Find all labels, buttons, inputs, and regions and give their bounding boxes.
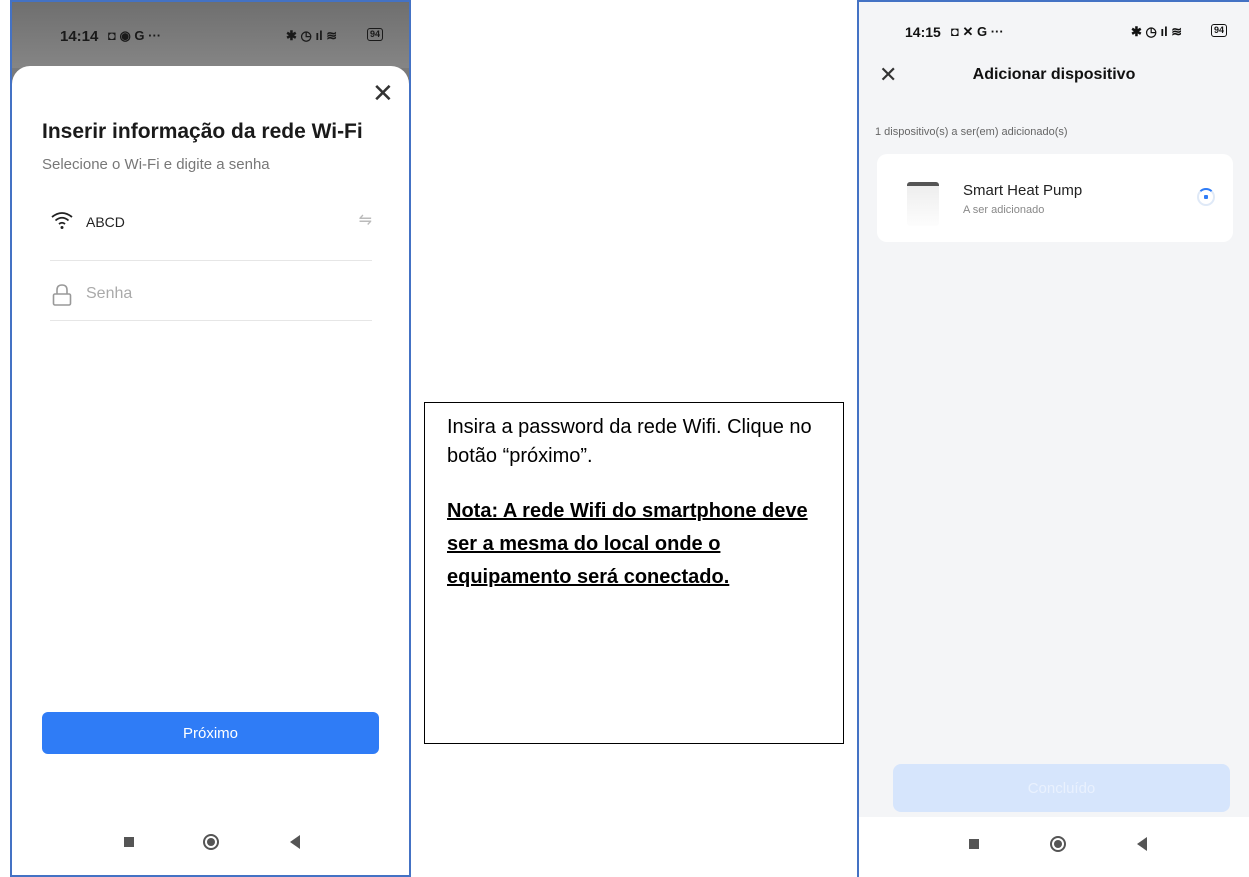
device-count-text: 1 dispositivo(s) a ser(em) adicionado(s) (875, 126, 1068, 138)
status-time: 14:15 (905, 24, 941, 40)
close-icon[interactable]: ✕ (372, 80, 394, 106)
device-card: Smart Heat Pump A ser adicionado (877, 154, 1233, 242)
back-icon[interactable] (290, 835, 300, 849)
next-button[interactable]: Próximo (42, 712, 379, 754)
password-row (50, 276, 372, 321)
battery-icon: 94 (1211, 24, 1228, 37)
phone-screen-wifi-setup: 14:14 ◘ ◉ G ··· ✱ ◷ ıl ≋ 94 ✕ Inserir in… (10, 0, 411, 877)
battery-icon: 94 (367, 28, 384, 41)
instruction-text: Insira a password da rede Wifi. Clique n… (447, 416, 812, 467)
wifi-sheet: ✕ Inserir informação da rede Wi-Fi Selec… (12, 66, 409, 875)
page-title: Adicionar dispositivo (972, 66, 1136, 83)
wifi-network-name: ABCD (86, 214, 125, 230)
lock-icon (52, 284, 72, 306)
phone-screen-add-device: 14:15 ◘ ✕ G ··· ✱ ◷ ıl ≋ 94 ✕ Adicionar … (857, 0, 1249, 877)
sheet-title: Inserir informação da rede Wi-Fi (42, 120, 363, 143)
password-input[interactable] (84, 284, 358, 304)
status-bar: 14:15 ◘ ✕ G ··· ✱ ◷ ıl ≋ 94 (859, 2, 1249, 72)
recents-icon[interactable] (124, 837, 134, 847)
status-system-icons: ✱ ◷ ıl ≋ (286, 28, 338, 43)
android-nav-bar (859, 817, 1249, 877)
instruction-box: Insira a password da rede Wifi. Clique n… (424, 402, 844, 744)
status-time: 14:14 (60, 28, 99, 45)
wifi-network-row[interactable]: ABCD ⇋ (50, 206, 372, 261)
status-system-icons: ✱ ◷ ıl ≋ (1131, 24, 1183, 39)
status-notification-icons: ◘ ✕ G ··· (951, 24, 1004, 39)
swap-icon[interactable]: ⇋ (359, 210, 372, 230)
instruction-note: Nota: A rede Wifi do smartphone deve ser… (447, 500, 808, 588)
done-button[interactable]: Concluído (893, 764, 1230, 812)
status-bar: 14:14 ◘ ◉ G ··· ✱ ◷ ıl ≋ 94 (12, 2, 409, 68)
android-nav-bar (12, 815, 409, 875)
recents-icon[interactable] (969, 839, 979, 849)
back-icon[interactable] (1137, 837, 1147, 851)
sheet-subtitle: Selecione o Wi-Fi e digite a senha (42, 156, 270, 173)
loading-spinner-icon (1197, 188, 1215, 206)
home-icon[interactable] (1050, 836, 1066, 852)
status-notification-icons: ◘ ◉ G ··· (108, 28, 162, 43)
device-status: A ser adicionado (963, 204, 1045, 216)
wifi-icon (51, 212, 73, 229)
device-thumbnail (907, 182, 939, 226)
home-icon[interactable] (203, 834, 219, 850)
device-name: Smart Heat Pump (963, 182, 1083, 199)
